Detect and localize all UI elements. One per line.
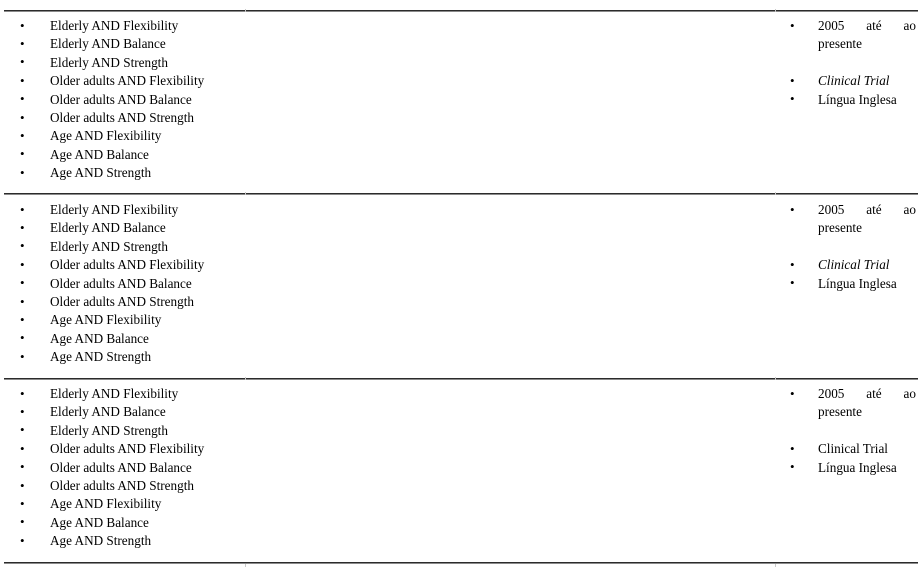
list-item: Elderly AND Flexibility: [0, 384, 700, 403]
list-item-label: Older adults AND Flexibility: [50, 73, 205, 89]
list-item: Língua Inglesa: [776, 274, 916, 293]
list-item: Elderly AND Balance: [0, 35, 700, 54]
list-item-label: Age AND Balance: [50, 146, 149, 162]
list-item: Older adults AND Balance: [0, 458, 700, 477]
search-term-list: Elderly AND Flexibility Elderly AND Bala…: [0, 200, 700, 367]
list-item: Age AND Flexibility: [0, 495, 700, 514]
list-item: 2005 até ao presente: [776, 200, 916, 256]
list-item-label: Língua Inglesa: [818, 459, 897, 475]
list-item: Age AND Balance: [0, 145, 700, 164]
list-item: Age AND Balance: [0, 513, 700, 532]
list-item: Elderly AND Flexibility: [0, 16, 700, 35]
list-item-label: Age AND Strength: [50, 165, 152, 181]
list-item-label: Age AND Strength: [50, 533, 152, 549]
column-boundary-tick: [245, 377, 246, 380]
filter-list: 2005 até ao presente Clinical Trial Líng…: [776, 384, 916, 477]
list-item: Língua Inglesa: [776, 90, 916, 109]
list-item: Older adults AND Flexibility: [0, 256, 700, 275]
list-item-label: Elderly AND Balance: [50, 220, 166, 236]
table-rule-divider: [4, 378, 918, 380]
list-item-label: Elderly AND Flexibility: [50, 18, 179, 33]
list-item-label: Elderly AND Flexibility: [50, 386, 179, 401]
column-boundary-tick: [775, 377, 776, 380]
list-item: Elderly AND Strength: [0, 421, 700, 440]
list-item-label: Elderly AND Strength: [50, 54, 168, 70]
list-item: 2005 até ao presente: [776, 384, 916, 440]
list-item: Clinical Trial: [776, 72, 916, 91]
table-cell-filters: 2005 até ao presente Clinical Trial Líng…: [776, 384, 916, 477]
list-item-label: Older adults AND Balance: [50, 459, 192, 475]
search-term-list: Elderly AND Flexibility Elderly AND Bala…: [0, 16, 700, 183]
column-boundary-tick: [775, 564, 776, 567]
document-page: Elderly AND Flexibility Elderly AND Bala…: [0, 0, 922, 571]
column-boundary-tick: [245, 192, 246, 195]
list-item: Older adults AND Flexibility: [0, 440, 700, 459]
list-item-label: Age AND Balance: [50, 514, 149, 530]
list-item: 2005 até ao presente: [776, 16, 916, 72]
search-term-list: Elderly AND Flexibility Elderly AND Bala…: [0, 384, 700, 551]
table-cell-search-terms: Elderly AND Flexibility Elderly AND Bala…: [0, 384, 700, 551]
list-item-label: Older adults AND Flexibility: [50, 441, 205, 457]
list-item: Age AND Flexibility: [0, 311, 700, 330]
list-item: Older adults AND Strength: [0, 293, 700, 312]
table-cell-search-terms: Elderly AND Flexibility Elderly AND Bala…: [0, 16, 700, 183]
column-boundary-tick: [775, 9, 776, 12]
list-item: Older adults AND Balance: [0, 274, 700, 293]
table-rule-divider: [4, 193, 918, 195]
list-item: Age AND Balance: [0, 329, 700, 348]
filter-list: 2005 até ao presente Clinical Trial Líng…: [776, 16, 916, 109]
table-cell-filters: 2005 até ao presente Clinical Trial Líng…: [776, 16, 916, 109]
list-item-label: Elderly AND Balance: [50, 36, 166, 52]
list-item: Older adults AND Strength: [0, 109, 700, 128]
column-boundary-tick: [245, 564, 246, 567]
list-item: Older adults AND Flexibility: [0, 72, 700, 91]
list-item: Age AND Strength: [0, 348, 700, 367]
list-item: Age AND Strength: [0, 532, 700, 551]
list-item-label: Age AND Flexibility: [50, 128, 162, 144]
list-item-label: Elderly AND Strength: [50, 238, 168, 254]
list-item-label: Elderly AND Flexibility: [50, 202, 179, 217]
list-item-label: Língua Inglesa: [818, 91, 897, 107]
list-item-label: 2005 até ao presente: [818, 386, 916, 420]
list-item-label: Língua Inglesa: [818, 275, 897, 291]
table-cell-search-terms: Elderly AND Flexibility Elderly AND Bala…: [0, 200, 700, 367]
column-boundary-tick: [245, 9, 246, 12]
list-item: Elderly AND Strength: [0, 53, 700, 72]
list-item-label: Older adults AND Flexibility: [50, 257, 205, 273]
list-item-label: Elderly AND Strength: [50, 422, 168, 438]
list-item-label: Age AND Flexibility: [50, 496, 162, 512]
list-item-label: Older adults AND Balance: [50, 91, 192, 107]
list-item-label: Age AND Flexibility: [50, 312, 162, 328]
list-item: Clinical Trial: [776, 440, 916, 459]
list-item: Língua Inglesa: [776, 458, 916, 477]
list-item: Older adults AND Strength: [0, 477, 700, 496]
list-item-label: 2005 até ao presente: [818, 202, 916, 236]
filter-list: 2005 até ao presente Clinical Trial Líng…: [776, 200, 916, 293]
list-item: Age AND Flexibility: [0, 127, 700, 146]
column-boundary-tick: [775, 192, 776, 195]
list-item-label: Older adults AND Balance: [50, 275, 192, 291]
list-item: Elderly AND Flexibility: [0, 200, 700, 219]
list-item-label: Clinical Trial: [818, 257, 890, 273]
list-item: Older adults AND Balance: [0, 90, 700, 109]
list-item: Elderly AND Strength: [0, 237, 700, 256]
list-item-label: Older adults AND Strength: [50, 478, 194, 494]
list-item-label: Age AND Strength: [50, 349, 152, 365]
list-item-label: Elderly AND Balance: [50, 404, 166, 420]
list-item: Age AND Strength: [0, 164, 700, 183]
list-item: Elderly AND Balance: [0, 403, 700, 422]
table-cell-filters: 2005 até ao presente Clinical Trial Líng…: [776, 200, 916, 293]
list-item-label: 2005 até ao presente: [818, 18, 916, 52]
list-item-label: Clinical Trial: [818, 73, 890, 89]
table-rule-top: [4, 10, 918, 12]
list-item-label: Older adults AND Strength: [50, 294, 194, 310]
list-item-label: Age AND Balance: [50, 330, 149, 346]
list-item: Clinical Trial: [776, 256, 916, 275]
list-item-label: Clinical Trial: [818, 441, 888, 457]
list-item: Elderly AND Balance: [0, 219, 700, 238]
list-item-label: Older adults AND Strength: [50, 110, 194, 126]
table-rule-bottom: [4, 562, 918, 564]
